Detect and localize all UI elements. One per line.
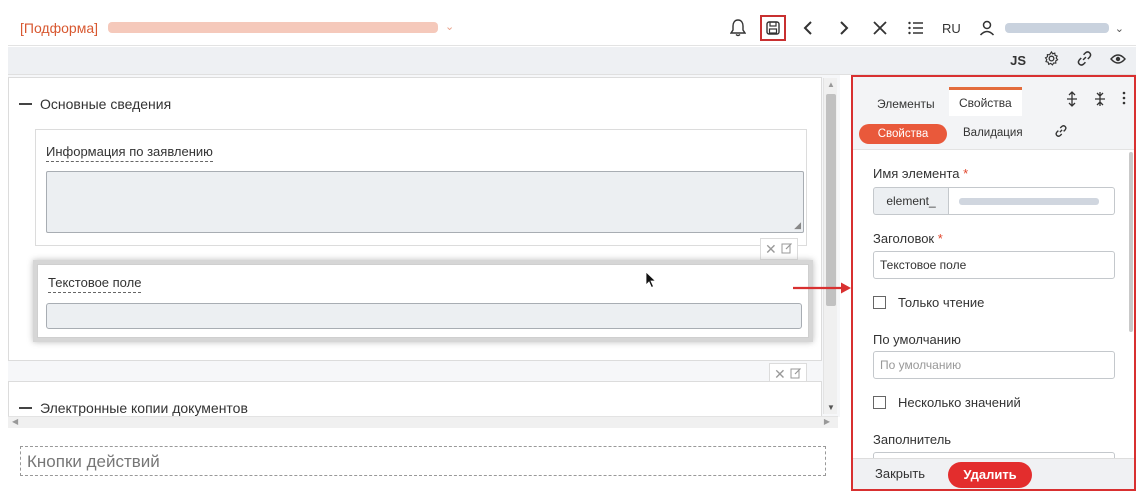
multiple-values-label: Несколько значений [898, 395, 1021, 410]
form-title-redacted [108, 22, 438, 33]
user-name-redacted[interactable] [1004, 23, 1109, 33]
application-info-textarea[interactable]: ◢ [46, 171, 804, 233]
link-icon[interactable] [1077, 51, 1092, 69]
action-buttons-dropzone[interactable]: Кнопки действий [20, 446, 826, 476]
scroll-right-icon[interactable]: ▶ [824, 417, 830, 426]
tab-elements[interactable]: Элементы [867, 91, 945, 117]
title-chevron-down-icon[interactable]: ⌄ [445, 20, 454, 33]
panel-subtabs: Свойства Валидация [853, 120, 1134, 150]
collapse-dash-icon[interactable] [19, 103, 32, 105]
user-chevron-down-icon[interactable]: ⌄ [1115, 22, 1124, 35]
field-card-text-field-selected[interactable]: Текстовое поле [37, 264, 809, 338]
delete-x-icon[interactable]: ✕ [765, 241, 777, 258]
edit-icon[interactable] [781, 241, 793, 257]
scroll-thumb[interactable] [826, 94, 836, 306]
more-vertical-icon[interactable] [1122, 91, 1126, 111]
section-main-info[interactable]: Основные сведения Информация по заявлени… [8, 77, 822, 361]
save-icon [766, 21, 780, 35]
element-name-label: Имя элемента * [873, 166, 969, 181]
action-buttons-label: Кнопки действий [27, 452, 160, 471]
section-electronic-copies[interactable]: Электронные копии документов [8, 381, 822, 416]
form-title: [Подформа] [20, 20, 98, 36]
scroll-left-icon[interactable]: ◀ [12, 417, 18, 426]
subtab-properties[interactable]: Свойства [859, 124, 947, 144]
language-switch[interactable]: RU [942, 21, 961, 36]
designer-toolbar: JS [8, 47, 1136, 75]
scroll-down-icon[interactable]: ▼ [827, 403, 835, 412]
default-input[interactable]: По умолчанию [873, 351, 1115, 379]
required-mark: * [937, 231, 943, 246]
element-name-input[interactable] [949, 187, 1115, 215]
section-title: Основные сведения [40, 96, 172, 112]
field-label: Текстовое поле [48, 275, 142, 293]
edit-icon[interactable] [790, 366, 802, 382]
preview-eye-icon[interactable] [1110, 53, 1126, 68]
panel-tabs: Элементы Свойства [853, 77, 1134, 120]
delete-x-icon[interactable]: ✕ [774, 366, 786, 383]
section-title: Электронные копии документов [40, 400, 248, 416]
readonly-checkbox[interactable]: Только чтение [873, 295, 984, 310]
panel-footer: Закрыть Удалить [853, 458, 1134, 489]
title-label: Заголовок * [873, 231, 943, 246]
mouse-cursor-icon [645, 271, 657, 289]
required-mark: * [963, 166, 969, 181]
resize-grip-icon[interactable]: ◢ [794, 220, 801, 231]
subtab-link-icon[interactable] [1055, 125, 1067, 140]
js-button[interactable]: JS [1010, 53, 1026, 68]
section-header[interactable]: Электронные копии документов [19, 400, 248, 416]
collapse-vertical-icon[interactable] [1094, 91, 1106, 111]
field-label: Информация по заявлению [46, 144, 213, 162]
top-bar: [Подформа] ⌄ RU ⌄ [8, 8, 1136, 46]
top-toolbar: RU ⌄ [728, 14, 1124, 42]
field-card-application-info[interactable]: Информация по заявлению ◢ [35, 129, 807, 246]
properties-panel: Элементы Свойства Свойства Валидация Имя… [851, 75, 1136, 491]
canvas-vertical-scrollbar[interactable]: ▲ ▼ [823, 78, 837, 414]
expand-vertical-icon[interactable] [1066, 91, 1078, 111]
properties-form: Имя элемента * element_ Заголовок * Текс… [853, 150, 1134, 480]
list-icon[interactable] [906, 17, 926, 39]
collapse-dash-icon[interactable] [19, 407, 32, 409]
delete-button[interactable]: Удалить [948, 462, 1032, 488]
readonly-label: Только чтение [898, 295, 985, 310]
element-name-prefix: element_ [873, 187, 949, 215]
scroll-up-icon[interactable]: ▲ [827, 80, 835, 89]
bell-icon[interactable] [728, 17, 748, 39]
save-button[interactable] [760, 15, 786, 41]
section-header[interactable]: Основные сведения [19, 96, 171, 112]
checkbox-box[interactable] [873, 296, 886, 309]
user-icon[interactable] [977, 17, 997, 39]
multiple-values-checkbox[interactable]: Несколько значений [873, 395, 1021, 410]
tab-properties[interactable]: Свойства [949, 87, 1022, 116]
checkbox-box[interactable] [873, 396, 886, 409]
settings-gear-icon[interactable] [1044, 50, 1059, 69]
annotation-arrow-icon [793, 282, 851, 294]
subtab-validation[interactable]: Валидация [963, 127, 1023, 139]
panel-scrollbar[interactable] [1128, 150, 1134, 462]
close-icon[interactable] [870, 17, 890, 39]
text-field-input[interactable] [46, 303, 802, 329]
field-actions: ✕ [760, 238, 798, 260]
filler-label: Заполнитель [873, 432, 952, 447]
default-label: По умолчанию [873, 332, 961, 347]
chevron-right-icon[interactable] [834, 17, 854, 39]
canvas-horizontal-scrollbar[interactable]: ◀ ▶ [8, 416, 838, 428]
close-button[interactable]: Закрыть [875, 466, 925, 481]
panel-tab-icons [1066, 91, 1126, 111]
title-input[interactable]: Текстовое поле [873, 251, 1115, 279]
chevron-left-icon[interactable] [798, 17, 818, 39]
